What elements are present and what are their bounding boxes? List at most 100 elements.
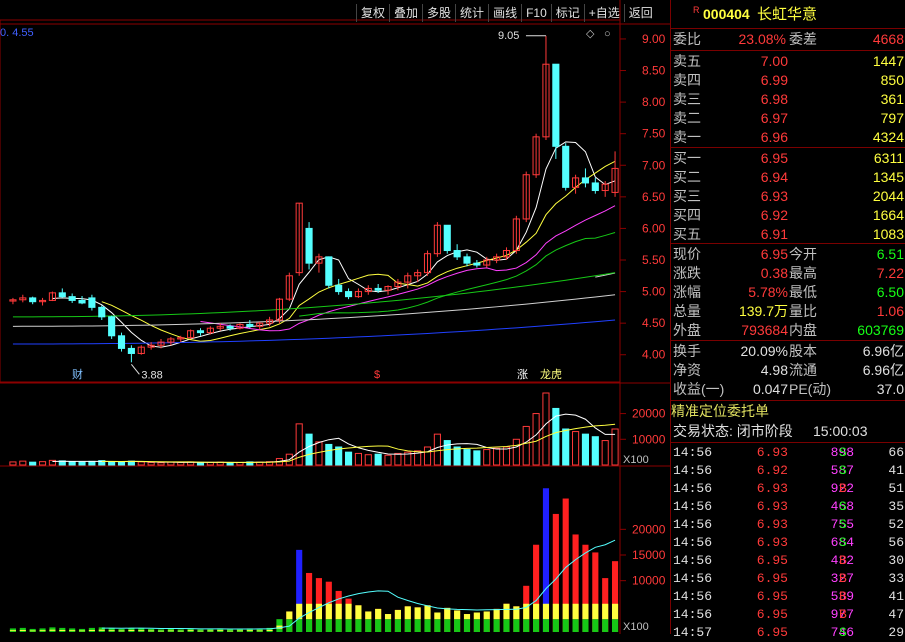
indicator-bar-yellow bbox=[345, 603, 352, 620]
indicator-bar-mid bbox=[148, 630, 155, 632]
indicator-bar-green bbox=[315, 619, 322, 632]
quote-row: 现价 6.95 今开 6.51 bbox=[671, 245, 905, 264]
fin-value2: 6.96亿 bbox=[862, 343, 904, 359]
ind-tick-label: 15000 bbox=[632, 548, 666, 562]
price-tick-label: 7.50 bbox=[642, 127, 666, 141]
toolbar-btn-8[interactable]: 返回 bbox=[623, 4, 657, 22]
candle-body bbox=[117, 335, 126, 349]
toolbar-btn-5[interactable]: F10 bbox=[521, 4, 551, 22]
indicator-bar-yellow bbox=[286, 611, 293, 620]
indicator-bar-mid bbox=[59, 629, 66, 631]
indicator-bar-yellow bbox=[562, 603, 569, 620]
quote-label: 涨跌 bbox=[673, 265, 701, 281]
indicator-bar-low bbox=[167, 628, 174, 632]
tick-price: 6.93 bbox=[756, 481, 788, 496]
volume-bar bbox=[108, 461, 116, 466]
quote-label2: 内盘 bbox=[789, 322, 817, 338]
weibi-row: 委比 23.08% 委差 4668 bbox=[671, 30, 905, 49]
volume-bar bbox=[532, 413, 540, 466]
buy-row: 买一 6.95 6311 bbox=[671, 149, 905, 168]
tick-row: 14:57 6.95 746 S 29 bbox=[671, 624, 905, 642]
event-marker-fin: 财 bbox=[72, 367, 83, 381]
price-tick-label: 7.00 bbox=[642, 158, 666, 172]
indicator-bar-yellow bbox=[533, 603, 540, 620]
indicator-bar-low bbox=[78, 628, 86, 632]
volume-bar bbox=[512, 438, 520, 466]
volume-bar bbox=[19, 460, 27, 466]
quote-label2: 今开 bbox=[789, 246, 817, 262]
price-tick-label: 8.50 bbox=[642, 64, 666, 78]
stock-header: R 000404 长虹华意 bbox=[671, 5, 905, 24]
tick-price: 6.95 bbox=[756, 589, 788, 604]
volume-bar bbox=[117, 461, 126, 466]
candle-body bbox=[88, 297, 96, 308]
indicator-bar-yellow bbox=[365, 611, 372, 620]
toolbar-btn-6[interactable]: 标记 bbox=[550, 4, 584, 22]
indicator-bar-green bbox=[503, 619, 510, 632]
sell-label: 卖三 bbox=[673, 91, 701, 107]
vol-unit: X100 bbox=[623, 454, 649, 466]
tick-price: 6.93 bbox=[756, 445, 788, 460]
candle-body bbox=[29, 297, 37, 303]
indicator-bar-yellow bbox=[325, 603, 332, 620]
indicator-bar-mid bbox=[29, 630, 36, 632]
volume-bar bbox=[325, 443, 333, 466]
indicator-bar-mid bbox=[187, 630, 194, 632]
sell-row: 卖二 6.97 797 bbox=[671, 109, 905, 128]
precise-title[interactable]: 精准定位委托单 bbox=[671, 402, 905, 421]
tick-count: 47 bbox=[888, 607, 904, 622]
indicator-bar-green bbox=[562, 619, 569, 632]
kline-svg[interactable]: 9.00 8.50 8.00 7.50 7.00 6.50 6.00 5.50 5.00 4.50… bbox=[0, 0, 670, 634]
tick-count: 51 bbox=[888, 481, 904, 496]
volume-bar bbox=[601, 440, 609, 466]
low-pointer bbox=[130, 364, 140, 375]
indicator-bar-mid bbox=[98, 629, 105, 631]
tick-row: 14:56 6.93 684 S 56 bbox=[671, 534, 905, 552]
sell-row: 卖三 6.98 361 bbox=[671, 90, 905, 109]
kline-chart-area[interactable]: 9.00 8.50 8.00 7.50 7.00 6.50 6.00 5.50 5.00 4.50… bbox=[0, 0, 670, 634]
indicator-bar-yellow bbox=[542, 603, 550, 620]
volume-bar bbox=[473, 450, 481, 466]
indicator-bar-mid bbox=[9, 630, 16, 632]
toolbar-btn-0[interactable]: 复权 bbox=[356, 4, 389, 22]
tick-row: 14:56 6.92 587 S 41 bbox=[671, 462, 905, 480]
ind-tick-label: 10000 bbox=[632, 574, 666, 588]
indicator-bar-yellow bbox=[404, 606, 411, 620]
buy-row: 买五 6.91 1083 bbox=[671, 225, 905, 244]
indicator-bar-low bbox=[118, 628, 125, 632]
event-marker-dollar: $ bbox=[374, 369, 380, 381]
indicator-bar-yellow bbox=[582, 603, 589, 620]
quote-label: 涨幅 bbox=[673, 284, 701, 300]
indicator-bar-green bbox=[414, 619, 421, 632]
tick-side: B bbox=[839, 607, 847, 622]
tick-count: 35 bbox=[888, 499, 904, 514]
indicator-bar-mid bbox=[217, 630, 224, 632]
indicator-bar-green bbox=[434, 619, 441, 632]
price-tick-label: 5.00 bbox=[642, 285, 666, 299]
indicator-bar-green bbox=[552, 619, 559, 632]
volume-bar bbox=[147, 461, 155, 466]
tick-price: 6.92 bbox=[756, 463, 788, 478]
toolbar-btn-1[interactable]: 叠加 bbox=[389, 4, 422, 22]
trade-state: 交易状态: 闭市阶段 15:00:03 bbox=[671, 422, 905, 441]
tick-side: B bbox=[839, 589, 847, 604]
indicator-bar-green bbox=[592, 619, 599, 632]
toolbar-btn-4[interactable]: 画线 bbox=[488, 4, 521, 22]
toolbar-btn-7[interactable]: +自选 bbox=[583, 4, 624, 22]
volume-bar bbox=[9, 461, 17, 466]
fin-value2: 6.96亿 bbox=[862, 362, 904, 378]
sell-volume: 361 bbox=[880, 91, 904, 107]
trade-state-label: 交易状态: 闭市阶段 bbox=[673, 423, 793, 439]
indicator-bar-green bbox=[463, 619, 471, 632]
tick-side: S bbox=[839, 445, 847, 460]
toolbar-btn-2[interactable]: 多股 bbox=[422, 4, 455, 22]
sell-price: 7.00 bbox=[760, 53, 788, 69]
weicha-label: 委差 bbox=[789, 31, 817, 47]
toolbar-btn-3[interactable]: 统计 bbox=[455, 4, 488, 22]
volume-bar bbox=[29, 461, 37, 466]
indicator-bar-green bbox=[533, 619, 540, 632]
indicator-bar-mid bbox=[88, 629, 95, 631]
buy-label: 买五 bbox=[673, 226, 701, 242]
sell-row: 卖五 7.00 1447 bbox=[671, 52, 905, 71]
indicator-bar-mid bbox=[246, 630, 253, 632]
